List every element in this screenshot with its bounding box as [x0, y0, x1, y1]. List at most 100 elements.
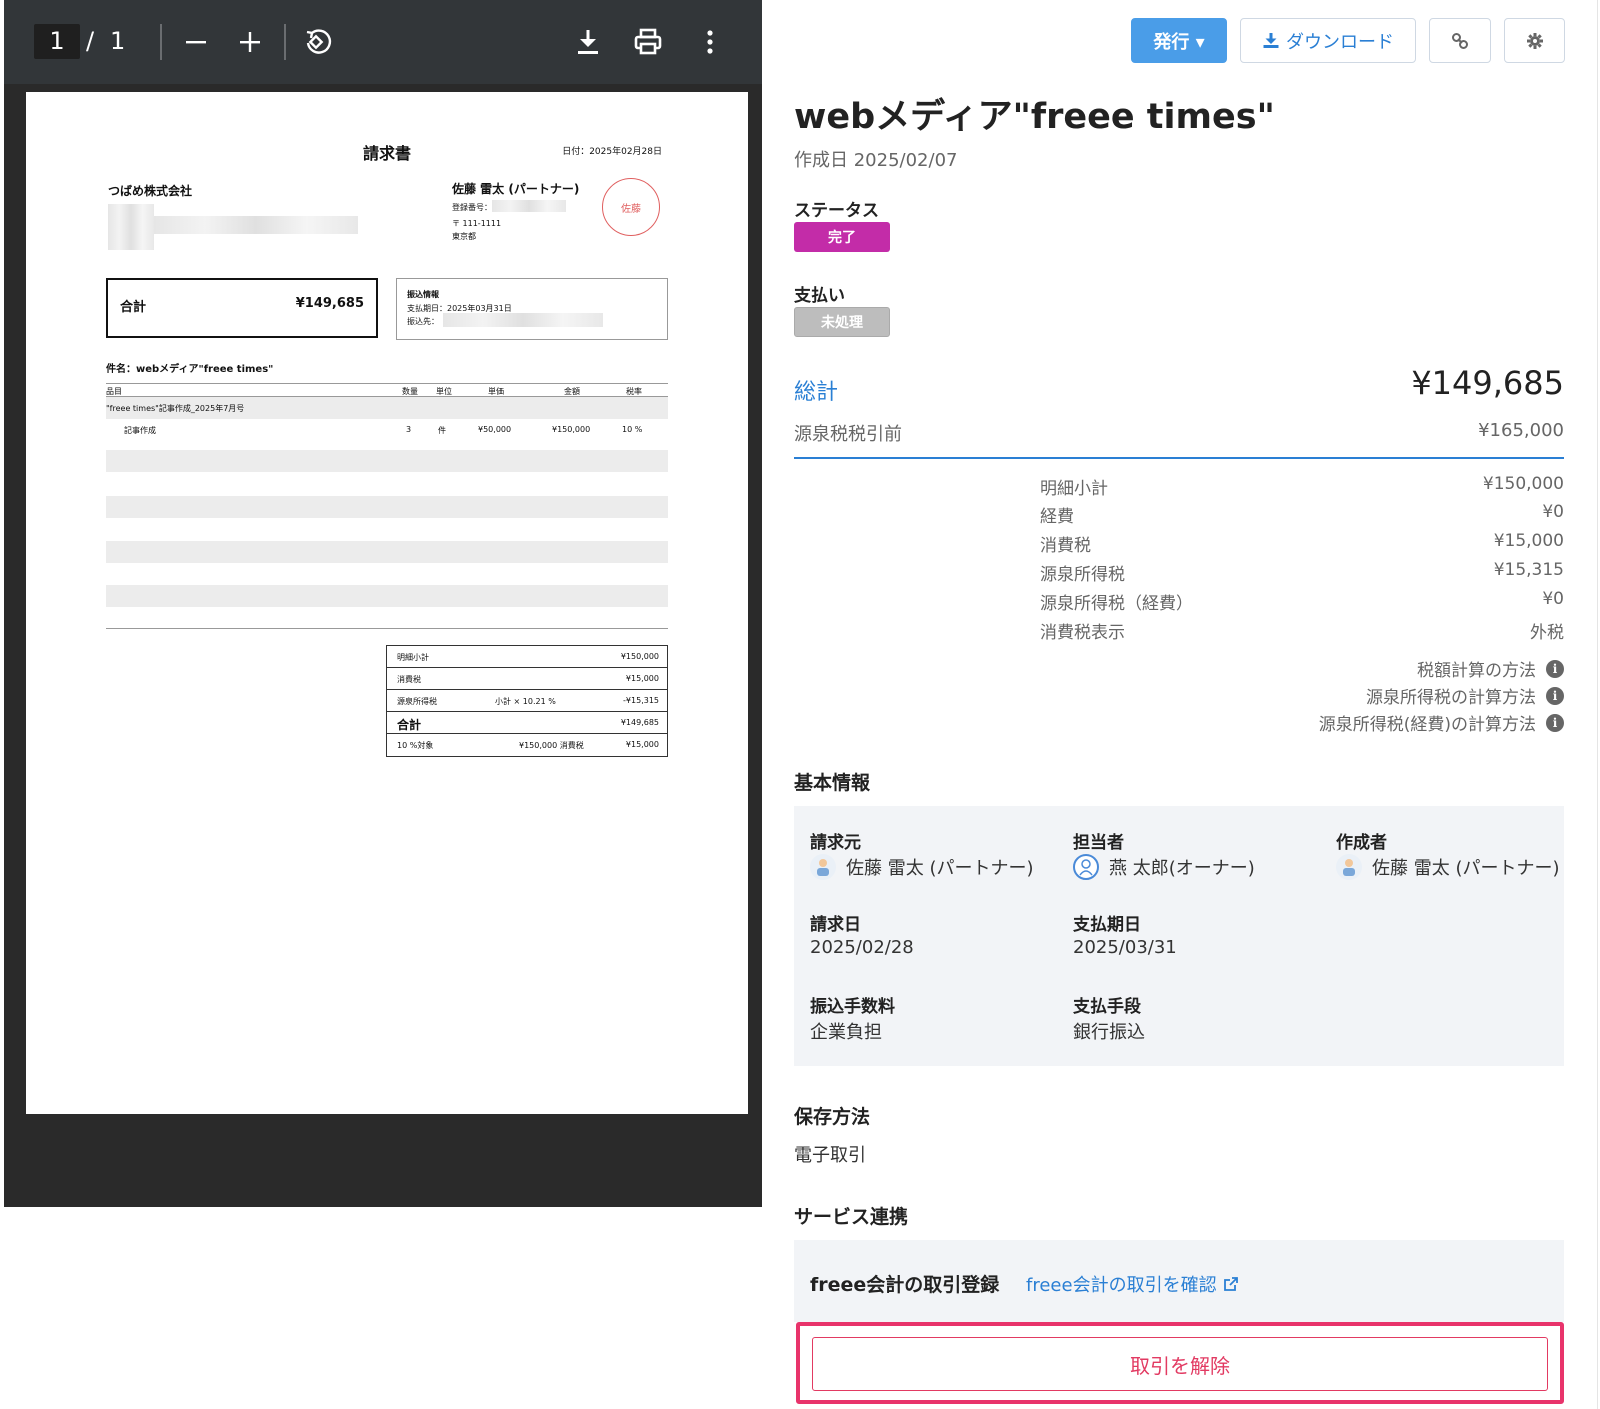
summary-total-row: 合計 ¥149,685	[387, 712, 667, 734]
col-amount: 金額	[564, 387, 580, 396]
breakdown-value: ¥15,315	[1493, 560, 1564, 580]
bank-destination: 振込先：	[407, 317, 439, 326]
col-qty: 数量	[402, 387, 418, 396]
total-label: 合計	[120, 300, 147, 315]
info-icon: i	[1546, 713, 1564, 732]
invoice-date: 日付：2025年02月28日	[562, 147, 662, 157]
print-icon[interactable]	[624, 18, 672, 66]
created-date: 作成日 2025/02/07	[794, 150, 958, 171]
issuer-name: 佐藤 雷太 (パートナー)	[452, 182, 580, 196]
summary-total-label: 合計	[397, 718, 422, 732]
breakdown-label: 消費税表示	[1040, 623, 1125, 643]
assignee-name: 燕 太郎(オーナー)	[1109, 858, 1255, 879]
pdf-toolbar: 1 / 1	[4, 0, 762, 84]
redacted-bank-account	[443, 313, 603, 327]
seal-stamp: 佐藤	[602, 178, 660, 236]
unlink-deal-button[interactable]: 取引を解除	[812, 1337, 1548, 1391]
summary-value: ¥150,000	[620, 652, 659, 661]
redacted-registration	[492, 200, 566, 212]
more-vert-icon[interactable]	[686, 18, 734, 66]
empty-row	[106, 496, 668, 518]
invoice-subject: 件名：webメディア"freee times"	[106, 364, 274, 375]
breakdown-label: 消費税	[1040, 536, 1091, 556]
download-button[interactable]: ダウンロード	[1240, 18, 1416, 63]
empty-row	[106, 541, 668, 563]
issuer-postal: 〒 111-1111	[452, 219, 502, 228]
summary-total-value: ¥149,685	[620, 718, 659, 727]
avatar-icon	[1073, 854, 1099, 880]
issuer-registration: 登録番号：	[452, 203, 492, 212]
info-icon: i	[1546, 686, 1564, 705]
page-number-input[interactable]: 1	[34, 24, 80, 59]
summary-row: 明細小計 ¥150,000	[387, 646, 667, 668]
help-link-label: 税額計算の方法	[1417, 661, 1536, 681]
payment-method-value: 銀行振込	[1073, 1022, 1145, 1043]
summary-note: ¥150,000 消費税	[519, 741, 584, 750]
breakdown-label: 源泉所得税	[1040, 565, 1125, 585]
breakdown-label: 源泉所得税（経費）	[1040, 594, 1193, 614]
help-link-tax-calc[interactable]: 税額計算の方法 i	[1417, 656, 1564, 681]
toolbar-divider	[160, 24, 162, 60]
copy-link-button[interactable]	[1429, 18, 1491, 63]
empty-row	[106, 450, 668, 472]
creator-label: 作成者	[1336, 833, 1387, 853]
billing-from-label: 請求元	[810, 833, 861, 853]
summary-row: 10 %対象 ¥150,000 消費税 ¥15,000	[387, 734, 667, 756]
assignee-label: 担当者	[1073, 833, 1124, 853]
item-name: 記事作成	[124, 426, 156, 435]
zoom-out-icon[interactable]	[172, 18, 220, 66]
summary-table: 明細小計 ¥150,000 消費税 ¥15,000 源泉所得税 小計 × 10.…	[386, 645, 668, 757]
pre-withholding-label: 源泉税税引前	[794, 424, 902, 445]
group-name: "freee times"記事作成_2025年7月号	[106, 404, 245, 413]
gear-icon	[1526, 32, 1543, 49]
rotate-icon[interactable]	[294, 18, 342, 66]
item-price: ¥50,000	[478, 425, 512, 434]
item-qty: 3	[406, 425, 412, 434]
redacted-client-address	[108, 204, 154, 250]
help-link-label: 源泉所得税の計算方法	[1366, 688, 1536, 708]
creator-name: 佐藤 雷太 (パートナー)	[1372, 858, 1560, 879]
basic-info-panel: 請求元 佐藤 雷太 (パートナー) 担当者 燕 太郎(オーナー) 作成者 佐藤 …	[794, 806, 1564, 1066]
help-link-withholding-expense-calc[interactable]: 源泉所得税(経費)の計算方法 i	[1319, 710, 1564, 735]
view-deal-label: freee会計の取引を確認	[1026, 1275, 1217, 1296]
summary-row: 源泉所得税 小計 × 10.21 % -¥15,315	[387, 690, 667, 712]
settings-button[interactable]	[1504, 18, 1565, 63]
col-price: 単価	[488, 387, 504, 396]
status-badge: 完了	[794, 222, 890, 252]
download-icon[interactable]	[564, 18, 612, 66]
issue-dropdown-button[interactable]: 発行 ▾	[1131, 18, 1227, 63]
bank-info-title: 振込情報	[407, 290, 439, 299]
view-deal-link[interactable]: freee会計の取引を確認	[1026, 1271, 1239, 1297]
invoice-total-box: 合計 ¥149,685	[106, 278, 378, 338]
item-amount: ¥150,000	[552, 425, 591, 434]
breakdown-value: ¥15,000	[1493, 531, 1564, 551]
issuer-prefecture: 東京都	[452, 232, 476, 241]
help-link-withholding-calc[interactable]: 源泉所得税の計算方法 i	[1366, 683, 1564, 708]
pdf-viewer: 1 / 1 請求書 日付：2025年02月28日 つばめ株式会社 佐藤 雷太 (…	[4, 0, 762, 1207]
page-separator: /	[86, 27, 95, 55]
payment-label: 支払い	[794, 286, 845, 306]
col-item: 品目	[106, 387, 122, 396]
link-icon	[1452, 32, 1468, 49]
item-table-header: 品目 数量 単位 単価 金額 税率	[106, 383, 668, 397]
avatar-icon	[810, 854, 836, 880]
summary-label: 明細小計	[397, 653, 429, 662]
transfer-fee-label: 振込手数料	[810, 997, 895, 1017]
assignee-value: 燕 太郎(オーナー)	[1073, 854, 1255, 880]
col-tax: 税率	[626, 387, 642, 396]
creator-value: 佐藤 雷太 (パートナー)	[1336, 854, 1560, 880]
due-date-label: 支払期日	[1073, 915, 1141, 935]
billing-from-name: 佐藤 雷太 (パートナー)	[846, 858, 1034, 879]
panel-edge	[1597, 0, 1598, 1409]
summary-value: ¥15,000	[625, 740, 659, 749]
zoom-in-icon[interactable]	[226, 18, 274, 66]
storage-heading: 保存方法	[794, 1106, 871, 1128]
grand-total-value: ¥149,685	[1411, 364, 1564, 402]
client-name: つばめ株式会社	[108, 184, 193, 198]
summary-value: -¥15,315	[623, 696, 659, 705]
invoice-date-value: 2025/02/28	[810, 937, 914, 958]
avatar-icon	[1336, 854, 1362, 880]
service-heading: サービス連携	[794, 1206, 909, 1228]
breakdown-value: ¥150,000	[1482, 474, 1564, 494]
grand-total-label: 総計	[794, 380, 839, 405]
